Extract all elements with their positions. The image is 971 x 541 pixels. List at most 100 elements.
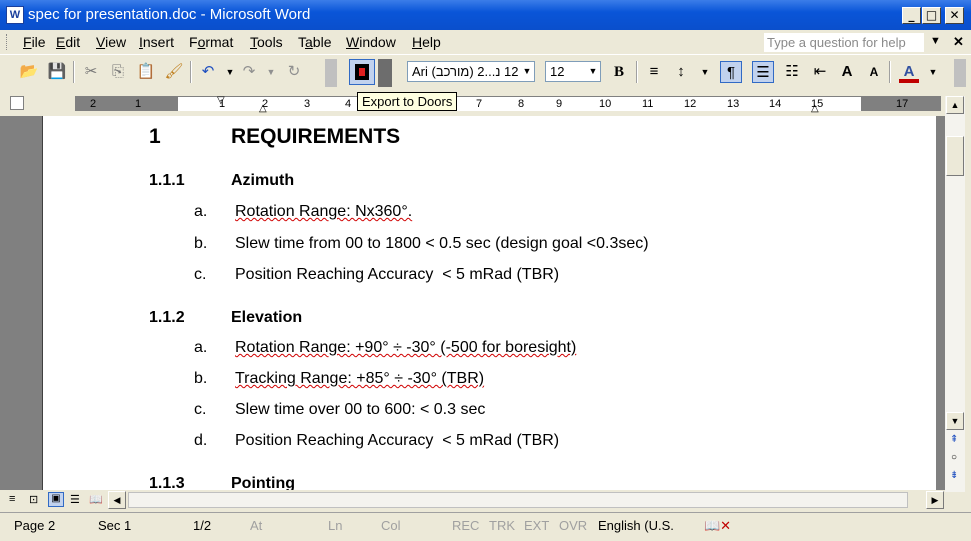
standard-formatting-toolbar: 📂 💾 ✂ ⎘ 📋 🖌 ↶ ▼ ↷ ▼ ↻ Ari (מורכב) 12 נ..… [0,54,971,91]
status-language[interactable]: English (U.S. [598,518,674,533]
numbering-icon[interactable]: ☰ [752,61,774,83]
format-painter-icon[interactable]: 🖌 [163,61,185,83]
status-ext[interactable]: EXT [524,518,549,533]
list-item: Slew time from 00 to 1800 < 0.5 sec (des… [235,235,649,252]
spelling-grammar-icon[interactable]: 📖✕ [704,518,731,534]
font-color-dropdown-icon[interactable]: ▼ [922,61,944,83]
menu-grip[interactable] [6,34,10,50]
repeat-icon[interactable]: ↻ [283,61,305,83]
menu-file[interactable]: File [23,34,46,50]
shrink-font-icon[interactable]: A [863,61,885,83]
status-section[interactable]: Sec 1 [98,518,131,533]
tab-selector[interactable] [10,96,24,110]
select-browse-object-icon[interactable]: ○ [951,452,957,463]
list-item: Position Reaching Accuracy < 5 mRad (TBR… [235,432,560,449]
status-rec[interactable]: REC [452,518,479,533]
first-line-indent-marker[interactable]: ▽ [217,95,225,106]
menu-accelerator: I [139,34,143,50]
status-ovr[interactable]: OVR [559,518,587,533]
tooltip: Export to Doors [357,92,458,111]
menu-table[interactable]: Table [298,34,331,50]
vertical-scrollbar[interactable]: ▲ ▼ ⇞ ○ ⇟ [945,96,965,492]
align-center-icon[interactable]: ≡ [643,61,665,83]
copy-icon[interactable]: ⎘ [107,61,129,83]
chevron-down-icon[interactable]: ▼ [588,62,598,81]
reading-layout-icon[interactable]: 📖 [89,493,103,506]
save-icon[interactable]: 💾 [46,61,68,83]
title-bar[interactable]: W spec for presentation.doc - Microsoft … [0,0,971,30]
section-number: 1.1.1 [149,172,185,189]
undo-icon[interactable]: ↶ [197,61,219,83]
word-app-icon[interactable]: W [6,6,24,24]
right-indent-marker[interactable]: △ [811,103,819,114]
menu-edit[interactable]: Edit [56,34,80,50]
line-spacing-icon[interactable]: ↕ [670,61,692,83]
menu-view[interactable]: View [96,34,126,50]
export-to-doors-button[interactable] [349,59,375,85]
scroll-left-icon[interactable]: ◀ [108,491,126,509]
section-title: Pointing [231,475,295,490]
web-layout-icon[interactable]: ⊡ [29,493,38,506]
line-spacing-dropdown-icon[interactable]: ▼ [694,61,716,83]
ruler-number: 1 [135,98,142,110]
toolbar-chevron[interactable] [954,59,966,87]
font-size-select[interactable]: 12 ▼ [545,61,601,82]
heading-1-number: 1 [149,125,161,148]
bullets-icon[interactable]: ☷ [781,61,803,83]
normal-view-icon[interactable]: ≡ [9,493,15,505]
ask-question-input[interactable]: Type a question for help [764,33,924,52]
list-letter: a. [194,339,208,356]
redo-icon[interactable]: ↷ [238,61,260,83]
ruler-number: 9 [556,98,563,110]
paste-icon[interactable]: 📋 [135,61,157,83]
maximize-button[interactable]: □ [922,7,941,24]
font-name-select[interactable]: Ari (מורכב) 12 נ...2 ▼ [407,61,535,82]
status-page[interactable]: Page 2 [14,518,55,533]
scroll-up-icon[interactable]: ▲ [946,96,964,114]
list-letter: c. [194,266,207,283]
section-title: Elevation [231,309,303,326]
scroll-down-icon[interactable]: ▼ [946,412,964,430]
rtl-direction-icon[interactable]: ¶ [720,61,742,83]
hanging-indent-marker[interactable]: △ [259,103,267,114]
cut-icon[interactable]: ✂ [80,61,102,83]
menu-format[interactable]: Format [189,34,233,50]
scroll-thumb[interactable] [946,136,964,176]
document-page[interactable]: 1 REQUIREMENTS 1.1.1 Azimuth a. Rotation… [42,116,936,490]
list-item: Slew time over 00 to 600: < 0.3 sec [235,401,486,418]
status-trk[interactable]: TRK [489,518,515,533]
decrease-indent-icon[interactable]: ⇤ [809,61,831,83]
status-line[interactable]: Ln [328,518,342,533]
status-column[interactable]: Col [381,518,401,533]
status-bar: Page 2 Sec 1 1/2 At Ln Col REC TRK EXT O… [0,512,971,541]
close-document-icon[interactable]: ✕ [953,34,964,50]
outline-view-icon[interactable]: ☰ [70,493,80,506]
help-dropdown-icon[interactable]: ▼ [930,35,941,47]
grow-font-icon[interactable]: A [836,61,858,83]
next-page-icon[interactable]: ⇟ [950,470,958,481]
minimize-button[interactable]: _ [902,7,921,24]
menu-insert[interactable]: Insert [139,34,174,50]
horizontal-scroll-thumb[interactable] [128,492,908,508]
doors-icon-inner [359,68,365,76]
horizontal-scrollbar[interactable]: ≡ ⊡ ▣ ☰ 📖 ◀ ▶ [0,490,945,510]
font-size-value: 12 [550,64,565,79]
toolbar-chevron[interactable] [325,59,337,87]
previous-page-icon[interactable]: ⇞ [950,434,958,445]
redo-dropdown-icon[interactable]: ▼ [260,61,282,83]
menu-window[interactable]: Window [346,34,396,50]
close-button[interactable]: ✕ [945,7,964,24]
print-layout-icon[interactable]: ▣ [48,492,64,507]
status-at[interactable]: At [250,518,262,533]
bold-button[interactable]: B [608,61,630,83]
menu-help[interactable]: Help [412,34,441,50]
menu-tools[interactable]: Tools [250,34,283,50]
scroll-right-icon[interactable]: ▶ [926,491,944,509]
ruler-number: 7 [476,98,483,110]
toolbar-chevron[interactable] [378,59,392,87]
horizontal-ruler[interactable]: 2 1 1 2 3 4 6 7 8 9 10 11 12 13 14 15 17… [75,95,941,114]
chevron-down-icon[interactable]: ▼ [522,62,532,81]
open-icon[interactable]: 📂 [18,61,40,83]
list-item: Position Reaching Accuracy < 5 mRad (TBR… [235,266,560,283]
status-page-count[interactable]: 1/2 [193,518,211,533]
